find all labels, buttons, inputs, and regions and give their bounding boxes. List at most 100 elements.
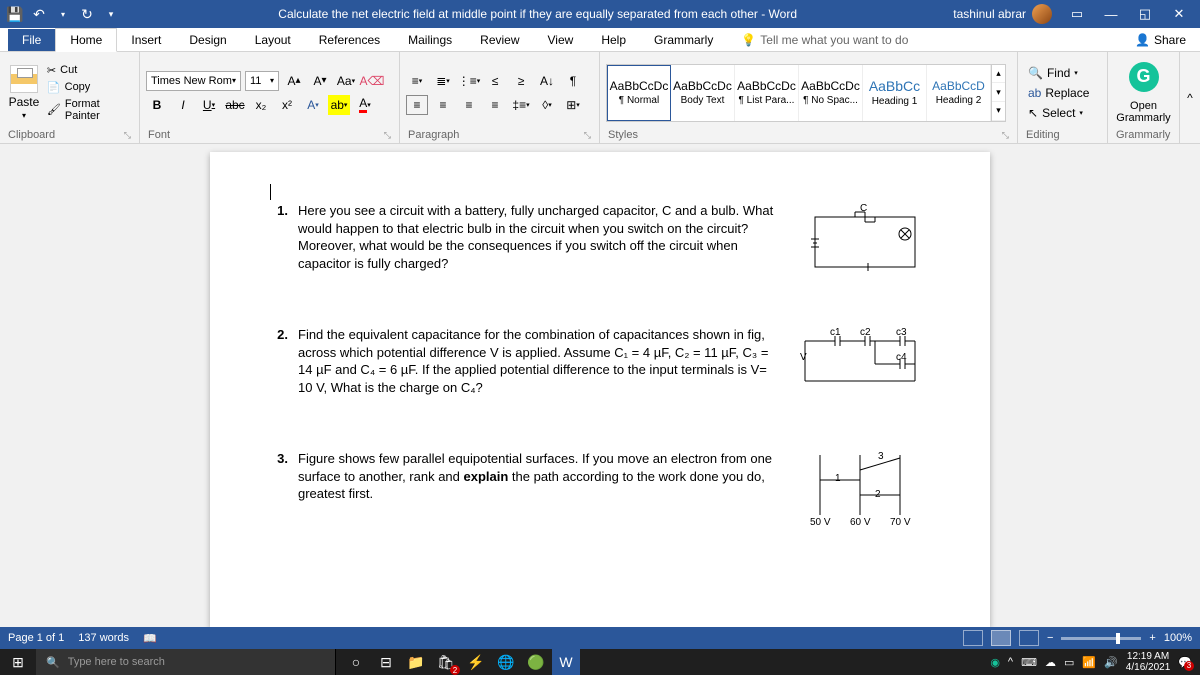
strikethrough-button[interactable]: abc	[224, 95, 246, 115]
undo-icon[interactable]: ↶	[28, 3, 50, 25]
grammarly-open-button[interactable]: Open Grammarly	[1116, 100, 1170, 124]
onedrive-icon[interactable]: ☁	[1045, 656, 1056, 669]
zoom-out-button[interactable]: −	[1047, 632, 1053, 644]
tab-file[interactable]: File	[8, 29, 55, 51]
tab-view[interactable]: View	[534, 29, 588, 51]
tab-layout[interactable]: Layout	[241, 29, 305, 51]
tell-me-search[interactable]: 💡Tell me what you want to do	[741, 33, 908, 47]
bullets-button[interactable]: ≡▾	[406, 71, 428, 91]
explorer-icon[interactable]: 📁	[402, 649, 430, 675]
grammarly-tray-icon[interactable]: ◉	[990, 656, 1000, 669]
tab-insert[interactable]: Insert	[117, 29, 175, 51]
justify-button[interactable]: ≡	[484, 95, 506, 115]
style-normal[interactable]: AaBbCcDc¶ Normal	[607, 65, 671, 121]
subscript-button[interactable]: x₂	[250, 95, 272, 115]
clock[interactable]: 12:19 AM4/16/2021	[1126, 651, 1171, 673]
style-heading-2[interactable]: AaBbCcDHeading 2	[927, 65, 991, 121]
page[interactable]: 1. Here you see a circuit with a battery…	[210, 152, 990, 627]
change-case-button[interactable]: Aa▾	[335, 71, 357, 91]
ribbon-options-icon[interactable]: ▭	[1060, 0, 1094, 28]
copy-button[interactable]: 📄Copy	[46, 80, 133, 95]
highlight-button[interactable]: ab▾	[328, 95, 350, 115]
multilevel-button[interactable]: ⋮≡▾	[458, 71, 480, 91]
volume-icon[interactable]: 🔊	[1104, 656, 1118, 669]
style-heading-1[interactable]: AaBbCcHeading 1	[863, 65, 927, 121]
tab-design[interactable]: Design	[175, 29, 240, 51]
find-button[interactable]: 🔍Find ▾	[1024, 64, 1093, 82]
dialog-launcher-icon[interactable]: ⤡	[124, 130, 131, 141]
maximize-icon[interactable]: ◱	[1128, 0, 1162, 28]
align-right-button[interactable]: ≡	[458, 95, 480, 115]
word-count[interactable]: 137 words	[78, 632, 129, 644]
tab-grammarly[interactable]: Grammarly	[640, 29, 727, 51]
edge-icon[interactable]: 🌐	[492, 649, 520, 675]
start-button[interactable]: ⊞	[0, 654, 36, 671]
shading-button[interactable]: ◊▾	[536, 95, 558, 115]
zoom-slider[interactable]	[1061, 637, 1141, 640]
dialog-launcher-icon[interactable]: ⤡	[584, 130, 591, 141]
bold-button[interactable]: B	[146, 95, 168, 115]
grow-font-button[interactable]: A▴	[283, 71, 305, 91]
cortana-icon[interactable]: ○	[342, 649, 370, 675]
wifi-icon[interactable]: 📶	[1082, 656, 1096, 669]
sort-button[interactable]: A↓	[536, 71, 558, 91]
decrease-indent-button[interactable]: ≤	[484, 71, 506, 91]
superscript-button[interactable]: x²	[276, 95, 298, 115]
tab-references[interactable]: References	[305, 29, 394, 51]
keyboard-icon[interactable]: ⌨	[1021, 656, 1037, 669]
dialog-launcher-icon[interactable]: ⤡	[384, 130, 391, 141]
redo-icon[interactable]: ↻	[76, 3, 98, 25]
text-effects-button[interactable]: A▾	[302, 95, 324, 115]
user-account[interactable]: tashinul abrar	[953, 4, 1052, 24]
word-icon[interactable]: W	[552, 649, 580, 675]
save-icon[interactable]: 💾	[4, 3, 26, 25]
paste-button[interactable]: Paste ▾	[6, 63, 42, 122]
read-mode-button[interactable]	[963, 630, 983, 646]
dialog-launcher-icon[interactable]: ⤡	[1002, 130, 1009, 141]
tray-up-icon[interactable]: ^	[1008, 656, 1013, 668]
qat-customize-icon[interactable]: ▾	[100, 3, 122, 25]
tab-mailings[interactable]: Mailings	[394, 29, 466, 51]
chrome-icon[interactable]: 🟢	[522, 649, 550, 675]
web-layout-button[interactable]	[1019, 630, 1039, 646]
action-center-icon[interactable]: 💬3	[1178, 656, 1192, 669]
collapse-ribbon-button[interactable]: ^	[1180, 52, 1200, 143]
shrink-font-button[interactable]: A▾	[309, 71, 331, 91]
spelling-icon[interactable]: 📖	[143, 632, 157, 645]
document-area[interactable]: 1. Here you see a circuit with a battery…	[0, 144, 1200, 627]
align-left-button[interactable]: ≡	[406, 95, 428, 115]
format-painter-button[interactable]: 🖌Format Painter	[46, 97, 133, 123]
minimize-icon[interactable]: —	[1094, 0, 1128, 28]
replace-button[interactable]: abReplace	[1024, 84, 1093, 102]
task-view-icon[interactable]: ⊟	[372, 649, 400, 675]
align-center-button[interactable]: ≡	[432, 95, 454, 115]
select-button[interactable]: ↖Select▾	[1024, 104, 1093, 122]
zoom-in-button[interactable]: +	[1149, 632, 1155, 644]
page-indicator[interactable]: Page 1 of 1	[8, 632, 64, 644]
increase-indent-button[interactable]: ≥	[510, 71, 532, 91]
font-name-combo[interactable]: Times New Rom ▾	[146, 71, 241, 91]
borders-button[interactable]: ⊞▾	[562, 95, 584, 115]
style-list-para[interactable]: AaBbCcDc¶ List Para...	[735, 65, 799, 121]
styles-gallery[interactable]: AaBbCcDc¶ Normal AaBbCcDcBody Text AaBbC…	[606, 64, 1006, 122]
undo-more-icon[interactable]: ▾	[52, 3, 74, 25]
taskbar-search[interactable]: 🔍Type here to search	[36, 649, 336, 675]
print-layout-button[interactable]	[991, 630, 1011, 646]
tab-help[interactable]: Help	[587, 29, 640, 51]
store-icon[interactable]: 🛍2	[432, 649, 460, 675]
style-body-text[interactable]: AaBbCcDcBody Text	[671, 65, 735, 121]
tab-home[interactable]: Home	[55, 28, 117, 52]
numbering-button[interactable]: ≣▾	[432, 71, 454, 91]
font-size-combo[interactable]: 11 ▾	[245, 71, 279, 91]
clear-format-button[interactable]: A⌫	[361, 71, 383, 91]
tab-review[interactable]: Review	[466, 29, 533, 51]
italic-button[interactable]: I	[172, 95, 194, 115]
zoom-level[interactable]: 100%	[1164, 632, 1192, 644]
underline-button[interactable]: U▾	[198, 95, 220, 115]
grammarly-icon[interactable]: G	[1129, 62, 1159, 92]
style-no-spacing[interactable]: AaBbCcDc¶ No Spac...	[799, 65, 863, 121]
bolt-icon[interactable]: ⚡	[462, 649, 490, 675]
close-icon[interactable]: ✕	[1162, 0, 1196, 28]
line-spacing-button[interactable]: ‡≡▾	[510, 95, 532, 115]
font-color-button[interactable]: A▾	[354, 95, 376, 115]
